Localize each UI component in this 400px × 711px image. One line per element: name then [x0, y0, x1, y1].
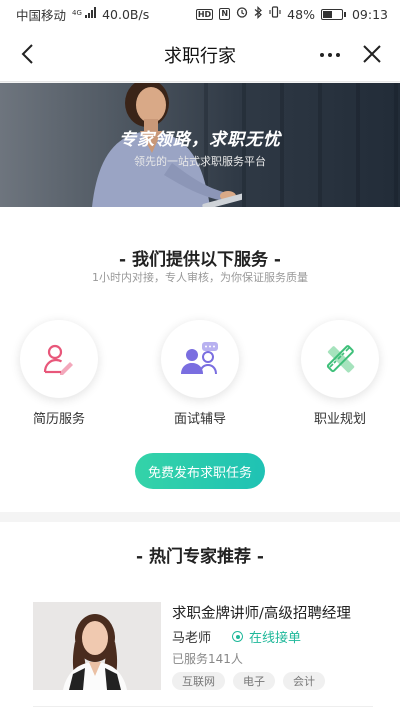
battery-level: [322, 10, 332, 18]
online-status-icon: [232, 631, 243, 642]
experts-section: - 热门专家推荐 - 求职金牌讲师/高级招聘经理 马老师 在线接单 已服务141…: [0, 522, 400, 711]
service-interview-label: 面试辅导: [173, 412, 226, 427]
more-dots-icon: [320, 53, 324, 57]
services-title: - 我们提供以下服务 -: [119, 250, 281, 270]
close-icon: [363, 45, 381, 63]
service-interview-circle: [161, 320, 239, 398]
ruler-pencil-icon: [326, 345, 355, 373]
page-title: 求职行家: [164, 45, 236, 67]
expert-title: 求职金牌讲师/高级招聘经理: [172, 606, 351, 622]
carrier-label: 中国移动: [16, 7, 67, 23]
service-career[interactable]: 职业规划: [299, 320, 381, 427]
chevron-left-icon: [21, 44, 33, 64]
navigation-bar: 求职行家: [0, 28, 400, 82]
signal-icon: 4G: [72, 6, 97, 22]
expert-tag: 会计: [283, 672, 325, 690]
nfc-icon: N: [219, 8, 231, 20]
close-button[interactable]: [356, 38, 388, 70]
status-bar: 中国移动 4G 40.0B/s HD N 48% 09:13: [0, 0, 400, 28]
resume-user-icon: [43, 344, 73, 375]
banner-subtitle: 领先的一站式求职服务平台: [134, 155, 266, 168]
network-type: 4G: [72, 8, 82, 17]
expert-avatar: [33, 602, 161, 690]
more-button[interactable]: [314, 39, 346, 71]
service-resume-circle: [20, 320, 98, 398]
status-right: HD N 48% 09:13: [195, 5, 388, 23]
network-speed: 40.0B/s: [102, 6, 150, 22]
services-section: - 我们提供以下服务 - 1小时内对接，专人审核，为你保证服务质量 简历服务 面…: [0, 207, 400, 512]
publish-task-button[interactable]: 免费发布求职任务: [135, 453, 265, 489]
service-career-label: 职业规划: [313, 412, 366, 427]
expert-tag: 互联网: [172, 672, 225, 690]
status-left: 中国移动 4G 40.0B/s: [16, 5, 149, 24]
service-interview[interactable]: 面试辅导: [159, 320, 241, 427]
back-button[interactable]: [12, 38, 44, 70]
expert-name: 马老师: [172, 631, 212, 646]
expert-tag: 电子: [233, 672, 275, 690]
expert-card[interactable]: 求职金牌讲师/高级招聘经理 马老师 在线接单 已服务141人 互联网 电子 会计: [33, 602, 373, 692]
service-career-circle: [301, 320, 379, 398]
clock-time: 09:13: [351, 6, 388, 22]
service-resume-label: 简历服务: [32, 412, 85, 427]
interview-people-icon: [181, 342, 218, 375]
banner-headline: 专家领路，求职无忧: [119, 130, 281, 150]
expert-status: 在线接单: [232, 627, 301, 646]
bluetooth-icon: [254, 5, 263, 23]
divider: [33, 706, 373, 707]
service-resume[interactable]: 简历服务: [18, 320, 100, 427]
experts-title: - 热门专家推荐 -: [136, 547, 264, 567]
expert-served-count: 已服务141人: [172, 652, 243, 666]
expert-status-label: 在线接单: [249, 631, 302, 646]
vibrate-icon: [269, 6, 281, 22]
hd-icon: HD: [195, 8, 214, 20]
hero-banner[interactable]: 专家领路，求职无忧 领先的一站式求职服务平台: [0, 83, 400, 207]
battery-icon: [320, 8, 346, 20]
battery-percent: 48%: [287, 6, 315, 22]
services-subtitle: 1小时内对接，专人审核，为你保证服务质量: [92, 271, 308, 284]
alarm-icon: [236, 6, 248, 22]
expert-tags: 互联网 电子 会计: [172, 672, 325, 690]
